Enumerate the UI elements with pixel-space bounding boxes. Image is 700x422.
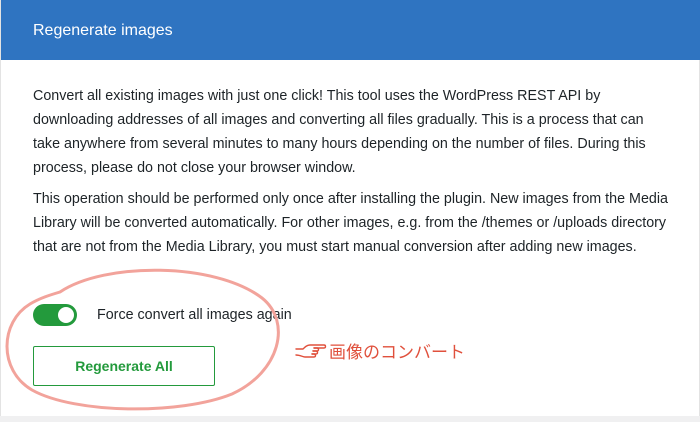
annotation-label: 画像のコンバート [329, 343, 465, 363]
panel-header: Regenerate images [1, 0, 700, 60]
toggle-knob [58, 307, 74, 323]
pointing-hand-icon [295, 344, 327, 358]
regenerate-all-button[interactable]: Regenerate All [33, 346, 215, 386]
panel-title: Regenerate images [33, 22, 173, 39]
instructions-paragraph: This operation should be performed only … [33, 191, 668, 255]
force-convert-label: Force convert all images again [97, 307, 292, 323]
description-paragraph: Convert all existing images with just on… [33, 88, 646, 176]
force-convert-option: Force convert all images again [33, 302, 433, 326]
force-convert-toggle[interactable] [33, 304, 77, 326]
